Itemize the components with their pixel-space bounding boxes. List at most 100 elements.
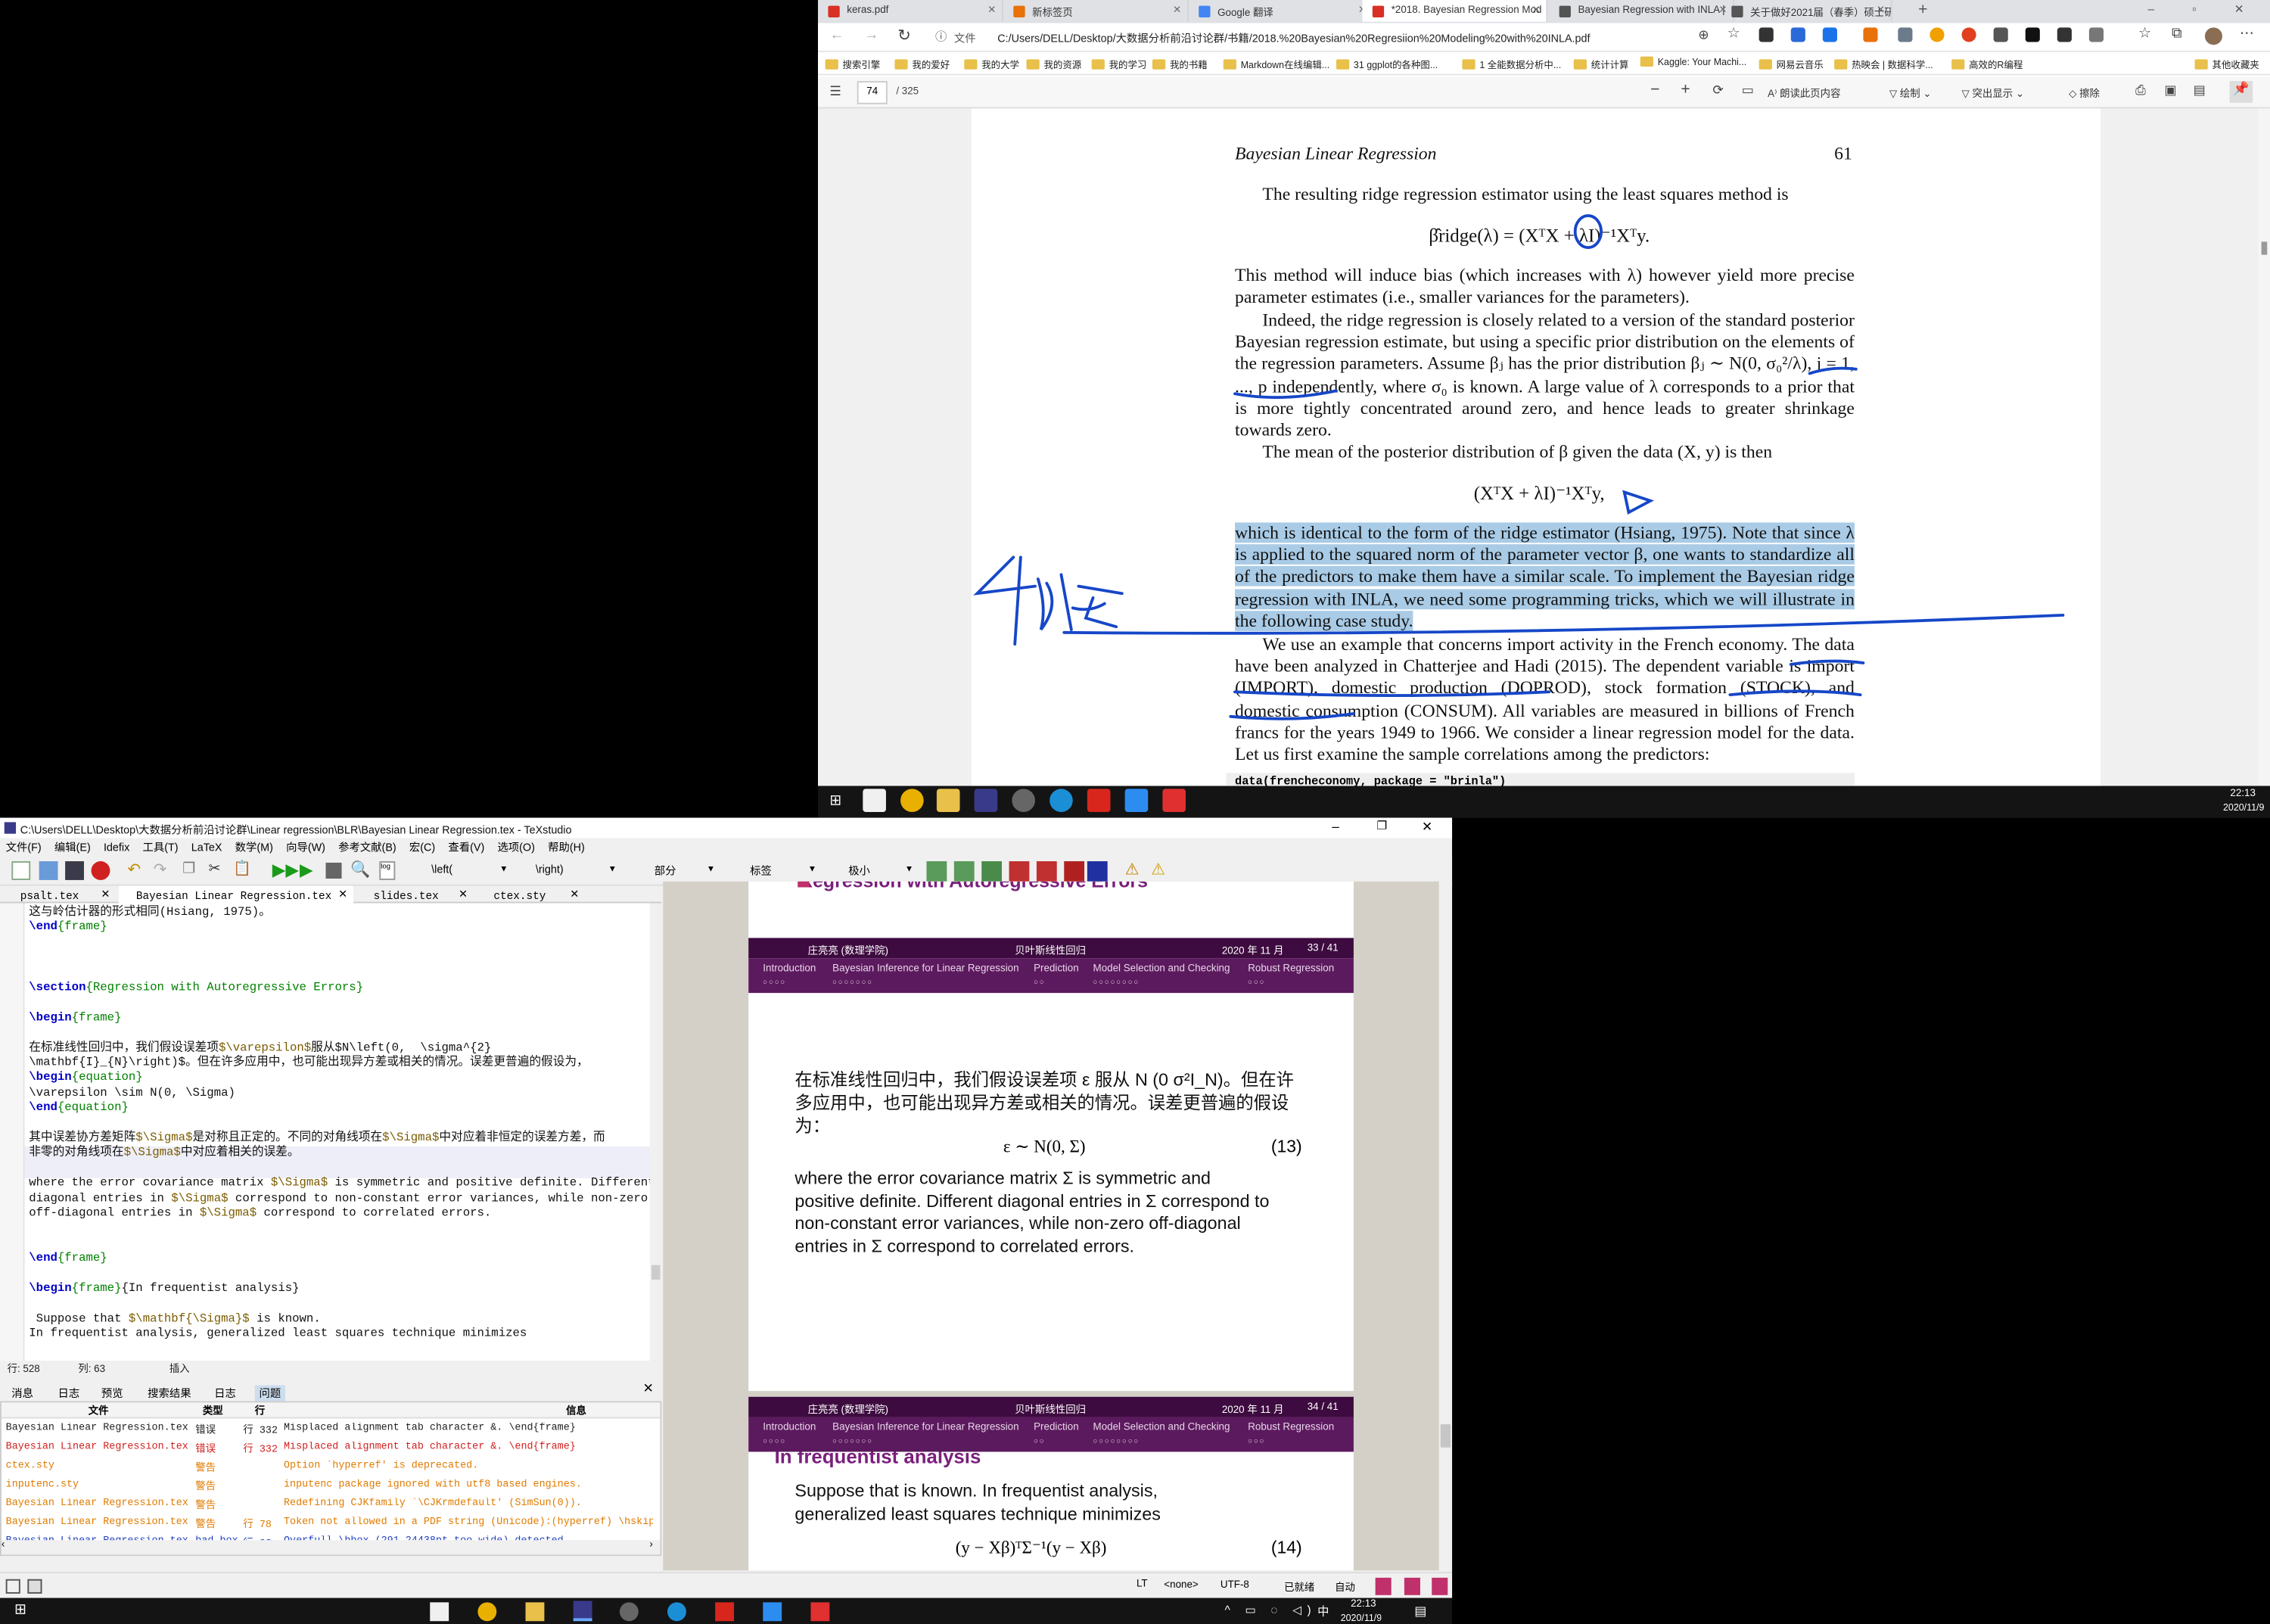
copy-icon[interactable]: ❐: [182, 861, 195, 877]
reload-icon[interactable]: ↻: [897, 26, 911, 45]
tab-close-icon[interactable]: ✕: [1532, 5, 1541, 16]
acrobat-icon[interactable]: [1087, 789, 1111, 813]
build-view-icon[interactable]: ▶▶: [272, 860, 299, 880]
avatar[interactable]: [2204, 27, 2222, 45]
other-bookmarks[interactable]: 其他收藏夹: [2194, 57, 2259, 71]
app-icon[interactable]: [763, 1602, 782, 1622]
editor-line[interactable]: 非零的对角线项在$\Sigma$中对应着相关的误差。: [29, 1147, 299, 1162]
bookmark-item[interactable]: Markdown在线编辑...: [1223, 57, 1329, 71]
edge-icon[interactable]: [667, 1602, 686, 1622]
bookmark-item[interactable]: 1 全能数据分析中...: [1462, 57, 1561, 71]
editor-line[interactable]: \varepsilon \sim N(0, \Sigma): [29, 1087, 235, 1102]
bookmark-item[interactable]: 我的资源: [1026, 57, 1081, 71]
status-icon[interactable]: [1432, 1577, 1448, 1595]
nav-model-selection[interactable]: Model Selection and Checking: [1093, 1423, 1230, 1433]
file-tab[interactable]: Bayesian Linear Regression.tex ✕: [118, 885, 353, 904]
menu-item[interactable]: 文件(F): [6, 841, 42, 854]
status-icon[interactable]: [1375, 1577, 1392, 1595]
bookmark-item[interactable]: 搜索引擎: [825, 57, 880, 71]
rotate-icon[interactable]: ⟳: [1712, 82, 1723, 98]
menu-item[interactable]: 数学(M): [235, 841, 273, 854]
extension-icon[interactable]: [2088, 27, 2104, 42]
log-row[interactable]: Bayesian Linear Regression.tex 错误 行 332 Mis…: [6, 1420, 640, 1439]
tray-icons[interactable]: ^ ▭ ◌ ◁): [1225, 1604, 1317, 1616]
tab-close-icon[interactable]: ✕: [987, 5, 996, 16]
menu-item[interactable]: 查看(V): [448, 841, 484, 854]
extension-icon[interactable]: [1822, 27, 1837, 42]
editor-line[interactable]: 其中误差协方差矩阵$\Sigma$是对称且正定的。不同的对角线项在$\Sigma…: [29, 1132, 605, 1147]
file-tab[interactable]: slides.tex ✕: [356, 886, 474, 903]
editor-line[interactable]: where the error covariance matrix $\Sigm…: [29, 1177, 650, 1192]
explorer-icon[interactable]: [525, 1602, 545, 1622]
app-icon[interactable]: [1012, 789, 1036, 813]
menu-item[interactable]: 编辑(E): [54, 841, 91, 854]
editor[interactable]: 这与岭估计器的形式相同(Hsiang, 1975)。 \end{frame} \se…: [0, 903, 651, 1361]
browser-tab[interactable]: keras.pdf ✕: [818, 0, 1003, 22]
file-tab-close-icon[interactable]: ✕: [459, 887, 468, 900]
paste-icon[interactable]: 📋: [233, 861, 251, 877]
draw-button[interactable]: ▽ 绘制 ⌄: [1889, 87, 1932, 101]
editor-line[interactable]: \mathbf{I}_{N}\right)$。但在许多应用中，也可能出现异方差或…: [29, 1056, 588, 1072]
extension-icon[interactable]: [2057, 27, 2072, 42]
editor-line[interactable]: \end{frame}: [29, 921, 107, 936]
zoom-out-icon[interactable]: −: [1650, 81, 1659, 98]
app-icon[interactable]: [619, 1602, 639, 1622]
zoom-icon[interactable]: ⊕: [1698, 27, 1709, 43]
app-icon[interactable]: [1162, 789, 1186, 813]
scrollbar-thumb[interactable]: [651, 1265, 661, 1280]
slide-navigation[interactable]: Introduction Bayesian Inference for Line…: [748, 1417, 1354, 1452]
close-doc-icon[interactable]: [91, 861, 110, 880]
extension-icon[interactable]: [1930, 27, 1945, 42]
stop-icon[interactable]: [325, 862, 342, 879]
editor-line[interactable]: \end{frame}: [29, 1252, 107, 1268]
preview-scrollbar[interactable]: [1438, 881, 1453, 1571]
editor-line[interactable]: Suppose that $\mathbf{\Sigma}$ is known.: [29, 1312, 321, 1327]
bookmark-item[interactable]: 31 ggplot的各种图...: [1336, 57, 1438, 71]
fit-page-icon[interactable]: ▭: [1742, 82, 1754, 98]
erase-button[interactable]: ◇ 擦除: [2069, 87, 2100, 101]
nav-model-selection[interactable]: Model Selection and Checking: [1093, 964, 1230, 974]
redo-icon[interactable]: ↷: [154, 860, 167, 879]
auto-indicator[interactable]: 自动: [1335, 1581, 1355, 1595]
favorite-star-icon[interactable]: ☆: [1727, 26, 1740, 42]
editor-line[interactable]: \end{equation}: [29, 1102, 129, 1117]
bookmark-item[interactable]: 热映会 | 数据科学...: [1834, 57, 1933, 71]
chrome-icon[interactable]: [477, 1602, 497, 1622]
menu-item[interactable]: LaTeX: [191, 841, 222, 854]
clock-date[interactable]: 2020/11/9: [1341, 1614, 1382, 1624]
bookmark-item[interactable]: 我的爱好: [894, 57, 950, 71]
bookmark-item[interactable]: 统计计算: [1573, 57, 1628, 71]
close-button[interactable]: ✕: [1422, 820, 1432, 835]
browser-tab[interactable]: Bayesian Regression with INLA | ✕: [1549, 0, 1735, 22]
log-tab[interactable]: 问题: [254, 1385, 285, 1402]
back-icon[interactable]: ←: [829, 27, 844, 43]
status-icon[interactable]: [1404, 1577, 1420, 1595]
new-file-icon[interactable]: [11, 861, 31, 880]
app-icon[interactable]: [1124, 789, 1149, 813]
file-tab[interactable]: ctex.sty ✕: [476, 886, 584, 903]
more-menu-icon[interactable]: ⋯: [2240, 26, 2254, 42]
menu-item[interactable]: 宏(C): [409, 841, 435, 854]
print-icon[interactable]: ⎙: [2135, 82, 2146, 98]
extension-icon[interactable]: [1898, 27, 1913, 42]
bookmark-item[interactable]: 我的书籍: [1152, 57, 1208, 71]
omnibox[interactable]: ⓘ 文件 C:/Users/DELL/Desktop/大数据分析前沿讨论群/书籍…: [926, 26, 1737, 50]
table-icon[interactable]: [1009, 861, 1030, 882]
read-aloud-button[interactable]: A⁾ 朗读此页内容: [1768, 87, 1840, 101]
new-tab-button[interactable]: +: [1918, 2, 1927, 19]
menu-item[interactable]: Idefix: [104, 841, 129, 854]
notification-icon[interactable]: ▤: [1414, 1604, 1426, 1619]
tab-close-icon[interactable]: ✕: [1877, 5, 1885, 16]
left-bracket-combo[interactable]: \left(▼: [431, 863, 511, 882]
view-icon[interactable]: 🔍: [350, 860, 370, 879]
start-icon[interactable]: ⊞: [14, 1602, 26, 1618]
extension-icon[interactable]: [1993, 27, 2008, 42]
highlight-button[interactable]: ▽ 突出显示 ⌄: [1962, 87, 2025, 101]
editor-line[interactable]: off-diagonal entries in $\Sigma$ corresp…: [29, 1207, 491, 1222]
right-bracket-combo[interactable]: \right) ▼: [536, 863, 617, 882]
table-icon[interactable]: [1064, 861, 1085, 882]
bookmark-item[interactable]: 网易云音乐: [1758, 57, 1824, 71]
browser-tab[interactable]: 关于做好2021届（春季）硕士研 ✕: [1721, 0, 1892, 22]
encoding-indicator[interactable]: UTF-8: [1221, 1581, 1249, 1591]
log-row[interactable]: inputenc.sty 警告 inputenc package ignored w…: [6, 1476, 640, 1495]
